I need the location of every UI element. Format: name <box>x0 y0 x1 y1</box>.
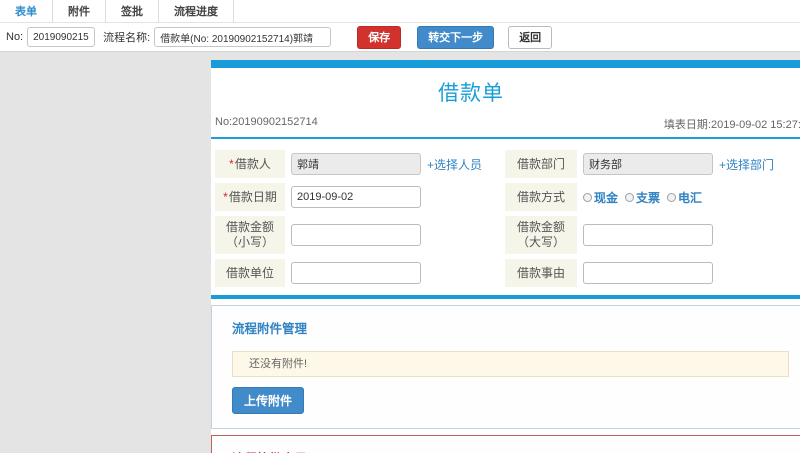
borrower-input[interactable] <box>291 153 421 175</box>
flow-name-input[interactable] <box>154 27 332 47</box>
select-person-link[interactable]: +选择人员 <box>427 156 482 173</box>
required-asterisk: * <box>229 156 234 171</box>
approval-heading: 流程签批意见 <box>232 448 800 453</box>
loan-reason-label: 借款事由 <box>505 259 577 287</box>
select-department-link[interactable]: +选择部门 <box>719 156 774 173</box>
save-button[interactable]: 保存 <box>357 25 402 49</box>
loan-unit-label: 借款单位 <box>215 259 285 287</box>
form-bottom-accent-bar <box>211 295 800 299</box>
upload-attachment-button[interactable]: 上传附件 <box>232 387 305 414</box>
tab-approval[interactable]: 签批 <box>106 0 159 22</box>
radio-wire-transfer[interactable]: 电汇 <box>667 189 702 206</box>
top-header: 表单 附件 签批 流程进度 No: 流程名称: 保存 转交下一步 返回 <box>0 0 800 52</box>
loan-unit-input[interactable] <box>291 262 421 284</box>
no-input[interactable] <box>27 27 96 47</box>
attachments-panel: 流程附件管理 还没有附件! 上传附件 <box>211 305 800 429</box>
tab-form[interactable]: 表单 <box>0 0 53 22</box>
page-title: 借款单 <box>438 82 504 105</box>
radio-circle-icon <box>667 192 677 202</box>
card-top-accent-bar <box>211 60 800 68</box>
next-step-button[interactable]: 转交下一步 <box>417 25 495 49</box>
doc-number: No:20190902152714 <box>215 116 318 128</box>
radio-circle-icon <box>583 192 592 202</box>
no-attachments-alert: 还没有附件! <box>232 351 789 377</box>
department-label: 借款部门 <box>505 150 577 178</box>
tab-progress[interactable]: 流程进度 <box>159 0 234 22</box>
flow-name-label: 流程名称: <box>103 32 151 44</box>
amount-lower-input[interactable] <box>291 224 421 246</box>
loan-method-label: 借款方式 <box>505 183 577 211</box>
loan-reason-input[interactable] <box>583 262 713 284</box>
doc-meta-row: No:20190902152714 填表日期:2019-09-02 15:27:… <box>215 116 800 132</box>
attachments-heading: 流程附件管理 <box>232 322 308 336</box>
tab-attachments[interactable]: 附件 <box>53 0 106 22</box>
radio-cash[interactable]: 现金 <box>583 189 618 206</box>
loan-date-input[interactable] <box>291 186 421 208</box>
doc-fill-date: 填表日期:2019-09-02 15:27:1 <box>663 119 800 131</box>
loan-method-radio-group: 现金 支票 电汇 <box>583 189 709 206</box>
amount-upper-label: 借款金额（大写） <box>505 216 577 254</box>
required-asterisk: * <box>223 189 228 204</box>
radio-cheque[interactable]: 支票 <box>625 189 660 206</box>
department-input[interactable] <box>583 153 713 175</box>
amount-lower-label: 借款金额（小写） <box>215 216 285 254</box>
radio-circle-icon <box>625 192 635 202</box>
tab-bar: 表单 附件 签批 流程进度 <box>0 0 800 23</box>
approval-panel: 流程签批意见 B I abc A <box>211 435 800 453</box>
loan-form-fields: *借款人 +选择人员 借款部门 +选择部门 *借款日期 <box>211 139 800 287</box>
borrower-label: *借款人 <box>215 150 285 178</box>
loan-form-card: 借款单 No:20190902152714 填表日期:2019-09-02 15… <box>211 60 800 453</box>
amount-upper-input[interactable] <box>583 224 713 246</box>
form-toolbar: No: 流程名称: 保存 转交下一步 返回 <box>0 23 800 51</box>
back-button[interactable]: 返回 <box>508 25 553 49</box>
no-label: No: <box>6 31 24 43</box>
loan-date-label: *借款日期 <box>215 183 285 211</box>
